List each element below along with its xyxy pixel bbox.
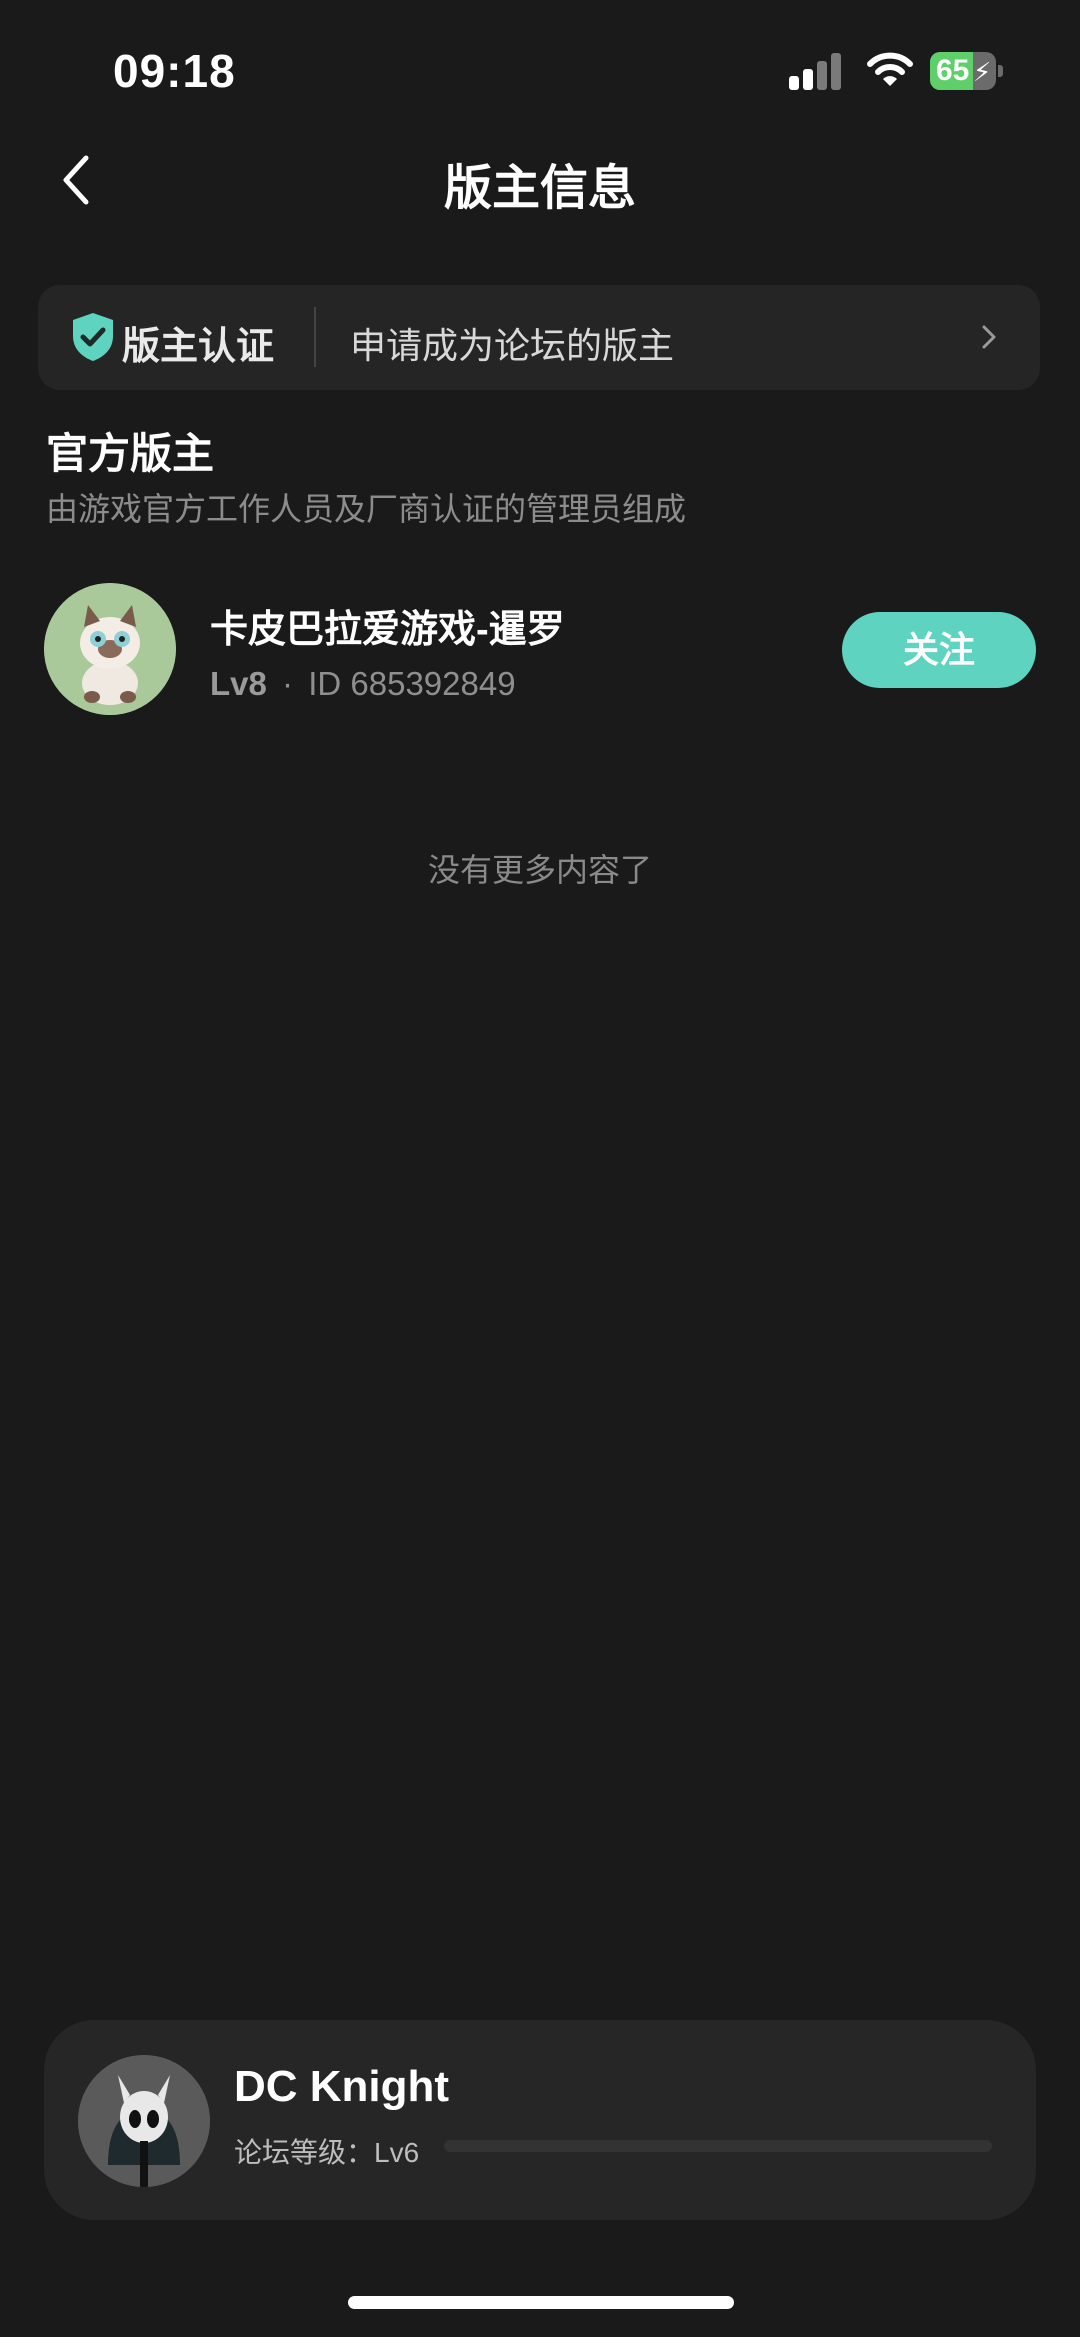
moderator-level: Lv8 — [210, 665, 267, 702]
user-name: DC Knight — [234, 2062, 450, 2111]
meta-separator: · — [282, 665, 294, 702]
wifi-icon — [867, 52, 913, 86]
list-end-text: 没有更多内容了 — [427, 852, 652, 888]
status-time: 09:18 — [113, 45, 236, 97]
cert-label: 版主认证 — [122, 326, 275, 368]
moderator-name[interactable]: 卡皮巴拉爱游戏-暹罗 — [210, 598, 565, 653]
level-progress-bar — [444, 2140, 992, 2152]
user-avatar[interactable] — [78, 2055, 210, 2187]
battery-icon: 65 ⚡ — [930, 52, 1003, 90]
follow-button[interactable]: 关注 — [842, 612, 1036, 688]
moderator-meta: Lv8 · ID 685392849 — [210, 665, 516, 703]
moderator-avatar[interactable] — [44, 583, 176, 715]
apply-moderator-link[interactable]: 申请成为论坛的版主 — [350, 317, 674, 369]
moderator-cert-bar[interactable]: 版主认证 申请成为论坛的版主 — [38, 285, 1040, 390]
charging-bolt-icon: ⚡ — [973, 57, 992, 87]
shield-check-icon — [73, 313, 113, 361]
home-indicator[interactable] — [348, 2296, 734, 2309]
user-level-label: 论坛等级：Lv6 — [234, 2137, 420, 2168]
section-title: 官方版主 — [46, 430, 215, 477]
signal-icon — [789, 52, 845, 90]
chevron-right-icon — [982, 325, 996, 349]
battery-percent: 65 — [936, 54, 970, 87]
section-subtitle: 由游戏官方工作人员及厂商认证的管理员组成 — [46, 491, 687, 527]
moderator-id: ID 685392849 — [308, 665, 516, 702]
user-card[interactable]: DC Knight 论坛等级：Lv6 — [44, 2020, 1036, 2220]
divider — [314, 307, 316, 367]
page-title: 版主信息 — [443, 162, 636, 215]
